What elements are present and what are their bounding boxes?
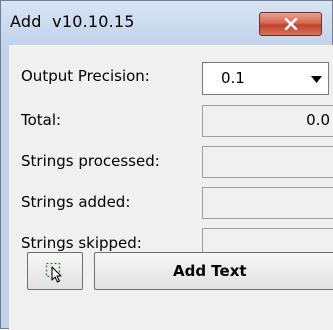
output-precision-label: Output Precision: [21, 67, 150, 85]
title-bar[interactable]: Add v10.10.15 [1, 1, 332, 45]
strings-added-label: Strings added: [21, 193, 131, 211]
strings-skipped-label: Strings skipped: [21, 234, 142, 252]
output-precision-select[interactable]: 0.1 [202, 62, 329, 95]
chevron-down-icon [311, 76, 322, 83]
pick-objects-button[interactable] [27, 252, 83, 290]
window-title: Add v10.10.15 [10, 12, 135, 31]
close-x-icon [284, 18, 298, 30]
cursor-pick-icon [45, 262, 62, 283]
add-text-label: Add Text [173, 262, 247, 280]
total-value: 0.0 [306, 111, 330, 129]
total-label: Total: [21, 111, 62, 129]
strings-processed-field [202, 146, 333, 178]
total-field: 0.0 [202, 105, 333, 137]
output-precision-value: 0.1 [221, 69, 245, 87]
app-window: Add v10.10.15 Output Precision: 0.1 Tota… [0, 0, 333, 330]
dropdown-button[interactable] [305, 64, 327, 93]
add-text-button[interactable]: Add Text [94, 252, 333, 290]
strings-added-field [202, 187, 333, 219]
close-button[interactable] [259, 12, 322, 36]
strings-processed-label: Strings processed: [21, 152, 160, 170]
